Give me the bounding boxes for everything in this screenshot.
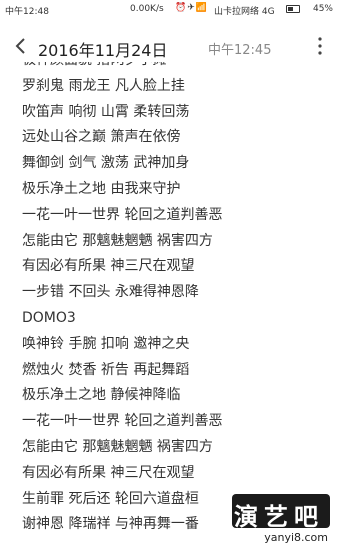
lyric-line: 远处山谷之巅 箫声在依傍 — [22, 129, 181, 146]
status-bar: 中午12:48 0.00K/s ⏰✈📶 山卡拉网络 4G 45% — [0, 0, 338, 20]
lyric-line: 一花一叶一世界 轮回之道判善恶 — [22, 206, 223, 223]
lyric-line: 有因必有所果 神三尺在观望 — [22, 258, 195, 275]
status-carrier: 山卡拉网络 4G — [214, 7, 275, 17]
battery-icon — [286, 5, 300, 13]
lyric-line: 怎能由它 那魑魅魍魉 祸害四方 — [22, 232, 213, 249]
lyric-line: 一花一叶一世界 轮回之道判善恶 — [22, 413, 223, 430]
signal-icons: ⏰✈📶 — [175, 3, 208, 13]
lyric-line: 一步错 不回头 永难得神恩降 — [22, 284, 199, 301]
lyric-line: 吹笛声 响彻 山霄 柔转回荡 — [22, 103, 190, 120]
lyric-line: 唤神铃 手腕 扣响 邀神之央 — [22, 335, 190, 352]
status-net-speed: 0.00K/s — [130, 4, 164, 14]
lyric-line: 有因必有所果 神三尺在观望 — [22, 464, 195, 481]
lyric-line: 舞御剑 剑气 激荡 武神加身 — [22, 155, 190, 172]
note-time: 中午12:45 — [208, 43, 272, 58]
note-date: 2016年11月24日 — [38, 41, 168, 60]
status-battery: 45% — [312, 4, 333, 14]
chevron-left-icon[interactable] — [12, 34, 30, 58]
status-time: 中午12:48 — [5, 7, 49, 17]
lyric-line: DOMO3 — [22, 309, 76, 326]
note-header: 2016年11月24日 中午12:45 — [0, 30, 338, 64]
watermark-text: 演艺吧 — [234, 503, 324, 531]
lyric-line: 怎能由它 那魑魅魍魉 祸害四方 — [22, 438, 213, 455]
watermark-logo: 演艺吧 yanyi8.com — [226, 490, 336, 548]
watermark-url: yanyi8.com — [264, 531, 328, 544]
lyric-line: 燃烛火 焚香 祈告 再起舞蹈 — [22, 361, 190, 378]
lyric-line: 极乐净土之地 静候神降临 — [22, 387, 181, 404]
lyric-line: 罗刹鬼 雨龙王 凡人脸上挂 — [22, 77, 185, 94]
lyric-line: 极乐净土之地 由我来守护 — [22, 180, 181, 197]
more-vertical-icon[interactable] — [316, 36, 324, 56]
lyric-line: 极神颜面貌 搭网夕小摊 — [22, 62, 332, 74]
note-body[interactable]: 极神颜面貌 搭网夕小摊 罗刹鬼 雨龙王 凡人脸上挂 吹笛声 响彻 山霄 柔转回荡… — [22, 62, 332, 550]
